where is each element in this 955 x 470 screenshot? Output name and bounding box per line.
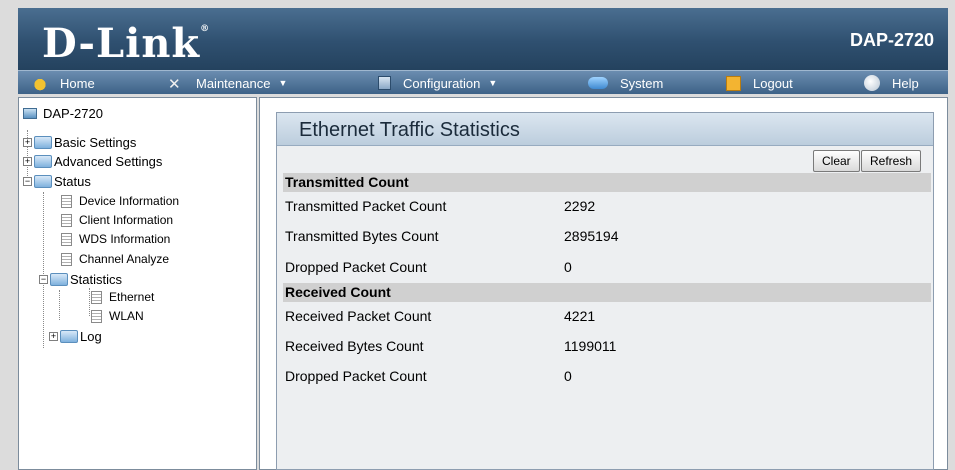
tree-item-advanced-settings[interactable]: + Advanced Settings: [23, 154, 162, 169]
menu-logout[interactable]: Logout: [726, 73, 793, 93]
system-icon: [588, 77, 608, 89]
tree-label: DAP-2720: [43, 106, 103, 121]
panel-header: Ethernet Traffic Statistics: [277, 113, 933, 146]
folder-open-icon: [50, 273, 68, 286]
main-content: Ethernet Traffic Statistics Clear Refres…: [259, 97, 948, 470]
folder-icon: [34, 155, 52, 168]
tree-item-wlan[interactable]: WLAN: [91, 309, 144, 323]
registered-mark: ®: [200, 24, 211, 34]
browser-frame: D-Link® DAP-2720 Home ✕ Maintenance ▼ Co…: [0, 0, 955, 470]
menu-maintenance[interactable]: ✕ Maintenance ▼: [168, 73, 288, 94]
home-icon: [32, 75, 48, 91]
chevron-down-icon: ▼: [278, 78, 288, 88]
received-bytes-count-value: 1199011: [564, 338, 617, 354]
received-bytes-count-label: Received Bytes Count: [285, 338, 424, 354]
tree-connector: [43, 192, 44, 348]
tree-item-wds-information[interactable]: WDS Information: [61, 232, 170, 246]
menu-system[interactable]: System: [588, 73, 663, 93]
tree-item-ethernet[interactable]: Ethernet: [91, 290, 154, 304]
document-icon: [91, 309, 102, 323]
expand-icon[interactable]: +: [23, 138, 32, 147]
tree-item-client-information[interactable]: Client Information: [61, 213, 173, 227]
model-name: DAP-2720: [849, 30, 934, 50]
menu-system-label: System: [620, 75, 664, 91]
folder-open-icon: [34, 175, 52, 188]
transmitted-bytes-count-value: 2895194: [564, 228, 619, 244]
menu-logout-label: Logout: [753, 75, 793, 91]
clear-button[interactable]: Clear: [813, 150, 860, 172]
folder-icon: [60, 330, 78, 343]
tree-label: Channel Analyze: [79, 252, 170, 266]
configuration-icon: [378, 76, 391, 90]
menu-configuration-label: Configuration: [403, 75, 481, 91]
transmitted-packet-count-value: 2292: [564, 198, 596, 214]
tree-label: Log: [80, 329, 102, 344]
tree-connector: [59, 290, 60, 320]
menu-help-label: Help: [892, 75, 919, 91]
expand-icon[interactable]: +: [49, 332, 58, 341]
help-icon: [864, 75, 880, 91]
tools-icon: ✕: [168, 76, 181, 93]
document-icon: [61, 252, 72, 266]
menu-bar: Home ✕ Maintenance ▼ Configuration ▼ Sys…: [18, 70, 948, 94]
menu-home-label: Home: [60, 75, 95, 91]
app-header: D-Link® DAP-2720: [18, 8, 948, 70]
navigation-tree: DAP-2720 + Basic Settings + Advanced Set…: [18, 97, 257, 470]
refresh-button[interactable]: Refresh: [861, 150, 922, 172]
collapse-icon[interactable]: −: [39, 275, 48, 284]
tree-item-dap-2720[interactable]: DAP-2720: [23, 106, 103, 121]
router-icon: [23, 108, 37, 119]
tree-item-channel-analyze[interactable]: Channel Analyze: [61, 252, 169, 266]
tree-label: WDS Information: [79, 232, 171, 246]
rx-dropped-packet-count-value: 0: [564, 368, 572, 384]
tree-item-statistics[interactable]: − Statistics: [39, 272, 122, 287]
menu-maintenance-label: Maintenance: [196, 75, 271, 91]
tree-label: Device Information: [79, 194, 180, 208]
folder-icon: [34, 136, 52, 149]
menu-home[interactable]: Home: [32, 73, 95, 93]
tree-label: Statistics: [70, 272, 123, 287]
logout-icon: [726, 75, 741, 91]
transmitted-count-heading: Transmitted Count: [283, 173, 931, 192]
received-packet-count-value: 4221: [564, 308, 596, 324]
transmitted-bytes-count-label: Transmitted Bytes Count: [285, 228, 439, 244]
document-icon: [61, 194, 72, 208]
tree-label: Ethernet: [109, 290, 155, 304]
rx-dropped-packet-count-label: Dropped Packet Count: [285, 368, 427, 384]
received-count-heading: Received Count: [283, 283, 931, 302]
tree-item-basic-settings[interactable]: + Basic Settings: [23, 135, 136, 150]
tree-connector: [89, 288, 90, 316]
document-icon: [91, 290, 102, 304]
tree-label: WLAN: [109, 309, 144, 323]
tree-label: Advanced Settings: [54, 154, 163, 169]
document-icon: [61, 213, 72, 227]
tree-item-status[interactable]: − Status: [23, 174, 91, 189]
expand-icon[interactable]: +: [23, 157, 32, 166]
menu-configuration[interactable]: Configuration ▼: [378, 73, 497, 93]
tree-item-log[interactable]: + Log: [49, 329, 102, 344]
tree-item-device-information[interactable]: Device Information: [61, 194, 179, 208]
document-icon: [61, 232, 72, 246]
received-packet-count-label: Received Packet Count: [285, 308, 432, 324]
tx-dropped-packet-count-label: Dropped Packet Count: [285, 259, 427, 275]
transmitted-packet-count-label: Transmitted Packet Count: [285, 198, 447, 214]
tree-label: Basic Settings: [54, 135, 137, 150]
tree-label: Status: [54, 174, 91, 189]
menu-help[interactable]: Help: [864, 73, 919, 93]
page-title: Ethernet Traffic Statistics: [299, 119, 520, 141]
collapse-icon[interactable]: −: [23, 177, 32, 186]
dlink-logo: D-Link®: [42, 20, 210, 67]
chevron-down-icon: ▼: [488, 78, 498, 88]
tx-dropped-packet-count-value: 0: [564, 259, 572, 275]
tree-label: Client Information: [79, 213, 174, 227]
logo-text: D-Link: [42, 20, 201, 67]
statistics-panel: Ethernet Traffic Statistics Clear Refres…: [276, 112, 934, 470]
